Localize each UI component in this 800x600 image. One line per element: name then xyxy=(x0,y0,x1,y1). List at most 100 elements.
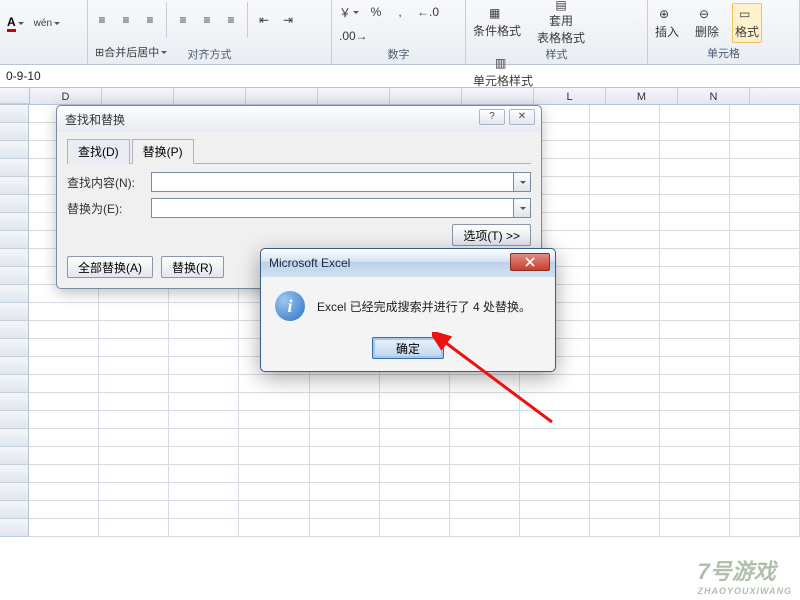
cell[interactable] xyxy=(590,195,660,213)
col-header[interactable] xyxy=(318,88,390,104)
cell[interactable] xyxy=(660,303,730,321)
cell[interactable] xyxy=(730,141,800,159)
currency-button[interactable]: ￥ xyxy=(336,2,362,22)
cell[interactable] xyxy=(29,393,99,411)
cell[interactable] xyxy=(590,249,660,267)
col-header[interactable]: M xyxy=(606,88,678,104)
row-header[interactable] xyxy=(0,159,29,177)
col-header[interactable]: L xyxy=(534,88,606,104)
cell[interactable] xyxy=(660,411,730,429)
row-header[interactable] xyxy=(0,231,29,249)
cell[interactable] xyxy=(450,429,520,447)
cell[interactable] xyxy=(520,465,590,483)
cell[interactable] xyxy=(169,339,239,357)
font-color-button[interactable]: A xyxy=(4,13,27,33)
cell[interactable] xyxy=(730,411,800,429)
cell[interactable] xyxy=(590,159,660,177)
options-button[interactable]: 选项(T) >> xyxy=(452,224,531,246)
cell[interactable] xyxy=(730,375,800,393)
replace-input[interactable] xyxy=(151,198,513,218)
cell[interactable] xyxy=(730,285,800,303)
cell[interactable] xyxy=(29,303,99,321)
conditional-format-button[interactable]: ▦条件格式 xyxy=(470,2,524,42)
cell[interactable] xyxy=(660,195,730,213)
cell[interactable] xyxy=(660,429,730,447)
cell[interactable] xyxy=(590,177,660,195)
cell[interactable] xyxy=(590,123,660,141)
increase-decimal-button[interactable]: ←.0 xyxy=(414,2,442,22)
cell[interactable] xyxy=(310,429,380,447)
cell[interactable] xyxy=(590,447,660,465)
cell[interactable] xyxy=(99,429,169,447)
cell[interactable] xyxy=(590,465,660,483)
row-header[interactable] xyxy=(0,303,29,321)
cell[interactable] xyxy=(239,483,309,501)
cell[interactable] xyxy=(520,447,590,465)
cell[interactable] xyxy=(239,429,309,447)
insert-button[interactable]: ⊕插入 xyxy=(652,3,682,43)
row-header[interactable] xyxy=(0,393,29,411)
col-header[interactable] xyxy=(390,88,462,104)
cell[interactable] xyxy=(730,177,800,195)
cell[interactable] xyxy=(99,501,169,519)
cell[interactable] xyxy=(450,483,520,501)
cell[interactable] xyxy=(169,483,239,501)
cell[interactable] xyxy=(29,411,99,429)
cell[interactable] xyxy=(730,447,800,465)
cell[interactable] xyxy=(99,339,169,357)
cell[interactable] xyxy=(660,231,730,249)
indent-inc-icon[interactable]: ⇥ xyxy=(278,10,298,30)
cell[interactable] xyxy=(660,105,730,123)
row-header[interactable] xyxy=(0,267,29,285)
cell[interactable] xyxy=(169,465,239,483)
row-header[interactable] xyxy=(0,357,29,375)
delete-button[interactable]: ⊖删除 xyxy=(692,3,722,43)
cell[interactable] xyxy=(660,357,730,375)
cell[interactable] xyxy=(520,429,590,447)
cell[interactable] xyxy=(660,339,730,357)
cell[interactable] xyxy=(450,465,520,483)
cell[interactable] xyxy=(99,357,169,375)
cell[interactable] xyxy=(730,519,800,537)
cell[interactable] xyxy=(590,393,660,411)
cell[interactable] xyxy=(450,519,520,537)
row-header[interactable] xyxy=(0,447,29,465)
cell[interactable] xyxy=(590,285,660,303)
cell[interactable] xyxy=(380,447,450,465)
cell[interactable] xyxy=(29,321,99,339)
cell[interactable] xyxy=(450,375,520,393)
cell[interactable] xyxy=(239,411,309,429)
cell[interactable] xyxy=(520,393,590,411)
cell[interactable] xyxy=(380,465,450,483)
cell[interactable] xyxy=(730,483,800,501)
cell[interactable] xyxy=(29,357,99,375)
cell[interactable] xyxy=(730,249,800,267)
decrease-decimal-button[interactable]: .00→ xyxy=(336,26,371,46)
row-header[interactable] xyxy=(0,249,29,267)
align-right-icon[interactable]: ≡ xyxy=(221,10,241,30)
tab-replace[interactable]: 替换(P) xyxy=(132,139,194,164)
cell[interactable] xyxy=(660,267,730,285)
cell[interactable] xyxy=(590,141,660,159)
cell[interactable] xyxy=(29,339,99,357)
cell[interactable] xyxy=(730,501,800,519)
cell[interactable] xyxy=(169,501,239,519)
cell[interactable] xyxy=(730,159,800,177)
cell[interactable] xyxy=(239,465,309,483)
find-dropdown-button[interactable] xyxy=(513,172,531,192)
cell[interactable] xyxy=(450,501,520,519)
row-header[interactable] xyxy=(0,321,29,339)
cell[interactable] xyxy=(590,213,660,231)
row-header[interactable] xyxy=(0,141,29,159)
cell[interactable] xyxy=(380,429,450,447)
row-header[interactable] xyxy=(0,123,29,141)
cell[interactable] xyxy=(310,393,380,411)
align-bot-icon[interactable]: ≡ xyxy=(140,10,160,30)
cell[interactable] xyxy=(169,357,239,375)
col-header[interactable] xyxy=(246,88,318,104)
cell[interactable] xyxy=(310,501,380,519)
cell[interactable] xyxy=(590,303,660,321)
cell[interactable] xyxy=(310,465,380,483)
row-header[interactable] xyxy=(0,411,29,429)
cell[interactable] xyxy=(169,411,239,429)
